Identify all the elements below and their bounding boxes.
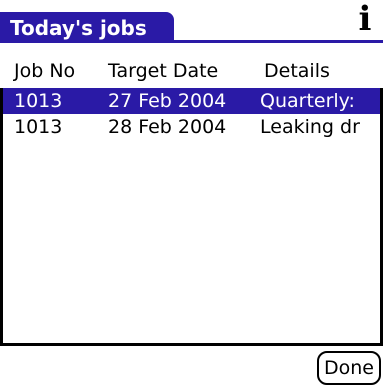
column-header-details[interactable]: Details [264, 58, 330, 84]
done-button[interactable]: Done [317, 351, 381, 385]
title-bar: Today's jobs i [0, 0, 383, 46]
table-row[interactable]: 1013 27 Feb 2004 Quarterly: [3, 88, 380, 114]
page-title: Today's jobs [10, 16, 147, 40]
list-border-bottom [0, 343, 383, 346]
title-rule [0, 40, 383, 43]
cell-job-no: 1013 [14, 116, 63, 138]
cell-job-no: 1013 [14, 90, 63, 112]
column-header-target-date[interactable]: Target Date [108, 58, 218, 84]
info-icon[interactable]: i [349, 0, 381, 38]
table-row[interactable]: 1013 28 Feb 2004 Leaking dr [3, 114, 380, 140]
cell-target-date: 27 Feb 2004 [108, 90, 227, 112]
column-header-job-no[interactable]: Job No [14, 58, 75, 84]
cell-details: Quarterly: [260, 90, 355, 112]
cell-target-date: 28 Feb 2004 [108, 116, 227, 138]
cell-details: Leaking dr [260, 116, 360, 138]
